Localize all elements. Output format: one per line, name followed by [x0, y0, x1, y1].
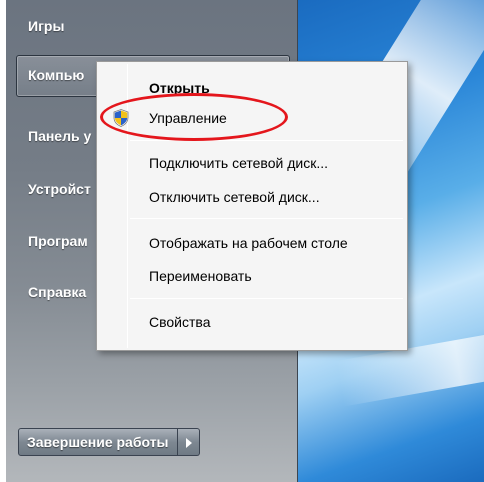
menu-item-label: Отключить сетевой диск...	[149, 189, 320, 205]
menu-item-label: Отображать на рабочем столе	[149, 235, 348, 251]
menu-item-show-on-desktop[interactable]: Отображать на рабочем столе	[99, 228, 405, 258]
menu-item-rename[interactable]: Переименовать	[99, 261, 405, 291]
start-item-default-programs[interactable]: Програм	[28, 233, 88, 249]
start-item-help[interactable]: Справка	[28, 284, 86, 300]
start-item-computer-label: Компью	[28, 67, 85, 83]
start-item-devices[interactable]: Устройст	[28, 181, 91, 197]
menu-item-map-network-drive[interactable]: Подключить сетевой диск...	[99, 148, 405, 178]
menu-item-properties[interactable]: Свойства	[99, 307, 405, 337]
shutdown-group: Завершение работы	[18, 428, 200, 456]
menu-item-label: Свойства	[149, 314, 211, 330]
menu-item-label: Переименовать	[149, 268, 252, 284]
menu-item-label: Подключить сетевой диск...	[149, 155, 328, 171]
start-item-games[interactable]: Игры	[28, 18, 64, 34]
chevron-right-icon[interactable]	[177, 428, 200, 456]
menu-item-disconnect-network-drive[interactable]: Отключить сетевой диск...	[99, 182, 405, 212]
start-item-control-panel[interactable]: Панель у	[28, 128, 91, 144]
menu-separator	[130, 298, 403, 299]
highlight-ellipse	[100, 93, 288, 141]
shutdown-button[interactable]: Завершение работы	[18, 428, 178, 456]
menu-separator	[130, 218, 403, 219]
